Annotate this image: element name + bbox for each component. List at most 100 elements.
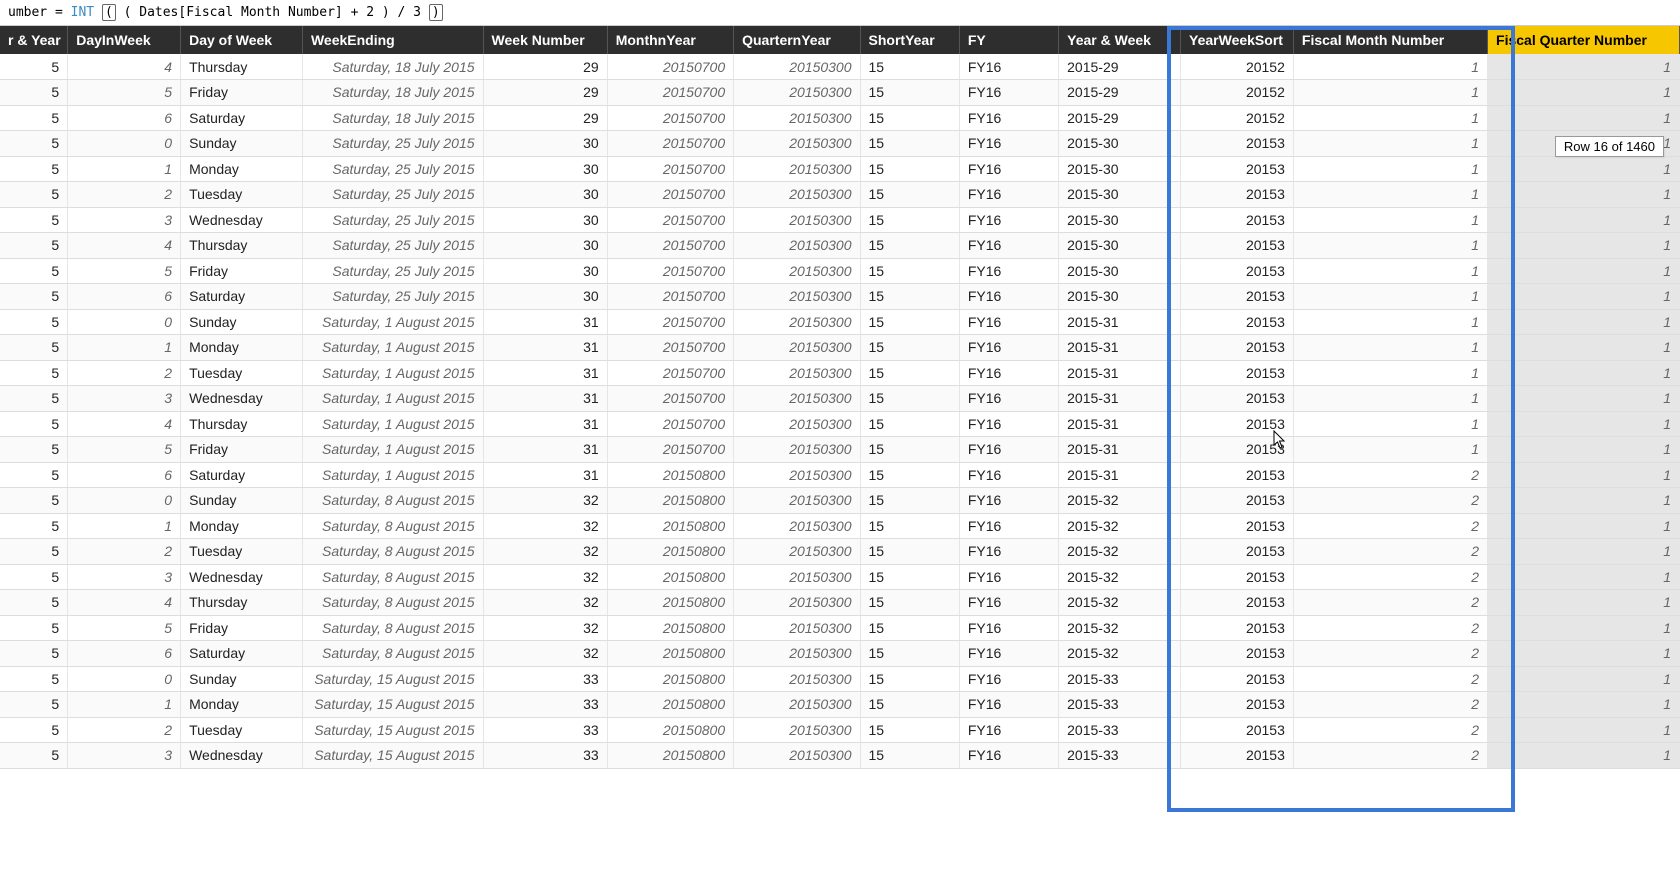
cell-we[interactable]: Saturday, 1 August 2015 xyxy=(302,411,483,437)
column-header-mny[interactable]: MonthnYear xyxy=(607,26,733,54)
column-header-qy[interactable]: r & Year xyxy=(0,26,68,54)
cell-yw[interactable]: 2015-30 xyxy=(1059,207,1181,233)
cell-dow[interactable]: Tuesday xyxy=(181,717,303,743)
cell-dow[interactable]: Monday xyxy=(181,513,303,539)
cell-we[interactable]: Saturday, 18 July 2015 xyxy=(302,105,483,131)
cell-qy[interactable]: 5 xyxy=(0,207,68,233)
cell-wn[interactable]: 30 xyxy=(483,131,607,157)
cell-fmn[interactable]: 1 xyxy=(1293,54,1487,80)
cell-diw[interactable]: 4 xyxy=(68,411,181,437)
cell-fqn[interactable]: 1 xyxy=(1488,615,1680,641)
column-header-we[interactable]: WeekEnding xyxy=(302,26,483,54)
cell-wn[interactable]: 32 xyxy=(483,488,607,514)
cell-fmn[interactable]: 1 xyxy=(1293,309,1487,335)
table-row[interactable]: 50SundaySaturday, 8 August 2015322015080… xyxy=(0,488,1680,514)
cell-fmn[interactable]: 2 xyxy=(1293,539,1487,565)
cell-yw[interactable]: 2015-30 xyxy=(1059,182,1181,208)
cell-we[interactable]: Saturday, 1 August 2015 xyxy=(302,386,483,412)
cell-yw[interactable]: 2015-30 xyxy=(1059,156,1181,182)
cell-qny[interactable]: 20150300 xyxy=(734,182,860,208)
cell-qny[interactable]: 20150300 xyxy=(734,80,860,106)
cell-sy[interactable]: 15 xyxy=(860,462,959,488)
cell-fy[interactable]: FY16 xyxy=(959,335,1058,361)
cell-qy[interactable]: 5 xyxy=(0,54,68,80)
cell-fqn[interactable]: 1 xyxy=(1488,717,1680,743)
cell-fmn[interactable]: 1 xyxy=(1293,284,1487,310)
table-row[interactable]: 54ThursdaySaturday, 18 July 201529201507… xyxy=(0,54,1680,80)
cell-sy[interactable]: 15 xyxy=(860,615,959,641)
cell-fy[interactable]: FY16 xyxy=(959,258,1058,284)
cell-yws[interactable]: 20153 xyxy=(1181,666,1294,692)
formula-bar[interactable]: umber = INT ( ( Dates[Fiscal Month Numbe… xyxy=(0,0,1680,26)
cell-fqn[interactable]: 1 xyxy=(1488,386,1680,412)
table-row[interactable]: 55FridaySaturday, 25 July 20153020150700… xyxy=(0,258,1680,284)
cell-yws[interactable]: 20153 xyxy=(1181,513,1294,539)
cell-fmn[interactable]: 2 xyxy=(1293,564,1487,590)
cell-wn[interactable]: 31 xyxy=(483,335,607,361)
cell-dow[interactable]: Thursday xyxy=(181,233,303,259)
cell-qy[interactable]: 5 xyxy=(0,258,68,284)
cell-fy[interactable]: FY16 xyxy=(959,182,1058,208)
table-row[interactable]: 51MondaySaturday, 25 July 20153020150700… xyxy=(0,156,1680,182)
cell-yws[interactable]: 20153 xyxy=(1181,233,1294,259)
cell-fmn[interactable]: 2 xyxy=(1293,641,1487,667)
table-row[interactable]: 52TuesdaySaturday, 8 August 201532201508… xyxy=(0,539,1680,565)
cell-wn[interactable]: 31 xyxy=(483,309,607,335)
cell-mny[interactable]: 20150700 xyxy=(607,182,733,208)
cell-dow[interactable]: Thursday xyxy=(181,411,303,437)
column-header-qny[interactable]: QuarternYear xyxy=(734,26,860,54)
cell-qy[interactable]: 5 xyxy=(0,360,68,386)
cell-mny[interactable]: 20150800 xyxy=(607,717,733,743)
cell-diw[interactable]: 0 xyxy=(68,131,181,157)
cell-fmn[interactable]: 1 xyxy=(1293,258,1487,284)
cell-qy[interactable]: 5 xyxy=(0,105,68,131)
cell-dow[interactable]: Saturday xyxy=(181,462,303,488)
cell-wn[interactable]: 30 xyxy=(483,258,607,284)
cell-sy[interactable]: 15 xyxy=(860,386,959,412)
cell-qy[interactable]: 5 xyxy=(0,513,68,539)
cell-we[interactable]: Saturday, 1 August 2015 xyxy=(302,335,483,361)
cell-mny[interactable]: 20150800 xyxy=(607,462,733,488)
cell-yws[interactable]: 20153 xyxy=(1181,258,1294,284)
cell-sy[interactable]: 15 xyxy=(860,488,959,514)
cell-qny[interactable]: 20150300 xyxy=(734,590,860,616)
cell-diw[interactable]: 6 xyxy=(68,284,181,310)
cell-yw[interactable]: 2015-33 xyxy=(1059,717,1181,743)
cell-yws[interactable]: 20153 xyxy=(1181,641,1294,667)
cell-sy[interactable]: 15 xyxy=(860,80,959,106)
cell-yw[interactable]: 2015-32 xyxy=(1059,539,1181,565)
cell-yws[interactable]: 20153 xyxy=(1181,131,1294,157)
cell-fmn[interactable]: 2 xyxy=(1293,590,1487,616)
cell-qny[interactable]: 20150300 xyxy=(734,717,860,743)
cell-mny[interactable]: 20150800 xyxy=(607,513,733,539)
cell-yws[interactable]: 20153 xyxy=(1181,564,1294,590)
cell-yws[interactable]: 20153 xyxy=(1181,692,1294,718)
cell-fy[interactable]: FY16 xyxy=(959,717,1058,743)
cell-yws[interactable]: 20153 xyxy=(1181,615,1294,641)
cell-yws[interactable]: 20153 xyxy=(1181,411,1294,437)
cell-mny[interactable]: 20150700 xyxy=(607,335,733,361)
cell-fy[interactable]: FY16 xyxy=(959,54,1058,80)
cell-wn[interactable]: 31 xyxy=(483,360,607,386)
table-row[interactable]: 56SaturdaySaturday, 8 August 20153220150… xyxy=(0,641,1680,667)
cell-mny[interactable]: 20150800 xyxy=(607,564,733,590)
cell-dow[interactable]: Saturday xyxy=(181,105,303,131)
cell-yw[interactable]: 2015-30 xyxy=(1059,284,1181,310)
cell-diw[interactable]: 3 xyxy=(68,386,181,412)
cell-fqn[interactable]: 1 xyxy=(1488,513,1680,539)
cell-fy[interactable]: FY16 xyxy=(959,437,1058,463)
cell-qy[interactable]: 5 xyxy=(0,131,68,157)
cell-fy[interactable]: FY16 xyxy=(959,80,1058,106)
cell-yws[interactable]: 20153 xyxy=(1181,309,1294,335)
cell-sy[interactable]: 15 xyxy=(860,360,959,386)
cell-qy[interactable]: 5 xyxy=(0,462,68,488)
cell-fy[interactable]: FY16 xyxy=(959,131,1058,157)
cell-sy[interactable]: 15 xyxy=(860,692,959,718)
cell-mny[interactable]: 20150700 xyxy=(607,411,733,437)
cell-we[interactable]: Saturday, 25 July 2015 xyxy=(302,182,483,208)
cell-wn[interactable]: 31 xyxy=(483,437,607,463)
cell-yws[interactable]: 20153 xyxy=(1181,488,1294,514)
cell-sy[interactable]: 15 xyxy=(860,641,959,667)
cell-fmn[interactable]: 2 xyxy=(1293,717,1487,743)
cell-yw[interactable]: 2015-30 xyxy=(1059,258,1181,284)
